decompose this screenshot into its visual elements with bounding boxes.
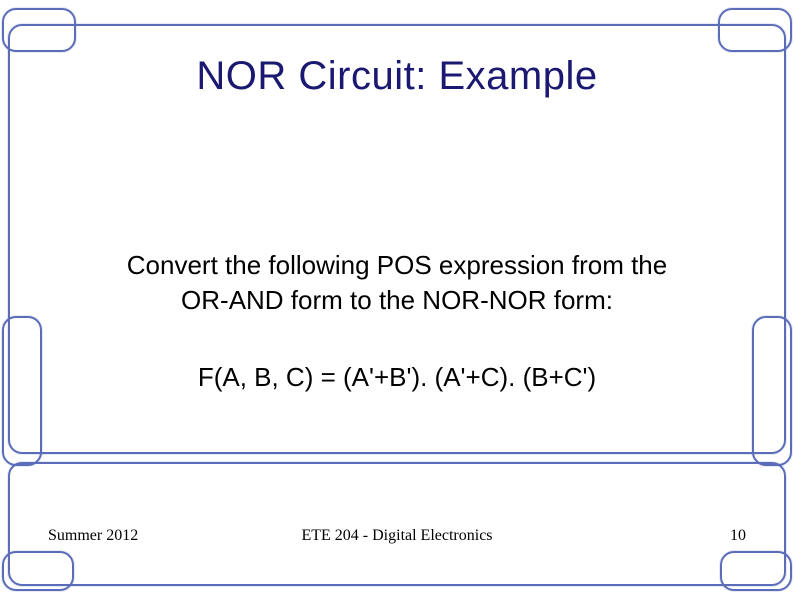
- slide-body: Convert the following POS expression fro…: [0, 248, 794, 318]
- footer-page-number: 10: [730, 527, 746, 545]
- body-line-2: OR-AND form to the NOR-NOR form:: [181, 285, 613, 315]
- footer-frame: [8, 462, 786, 586]
- slide-title: NOR Circuit: Example: [0, 54, 794, 99]
- decorative-frame-bottom-left: [2, 551, 74, 591]
- equation-text: F(A, B, C) = (A'+B'). (A'+C). (B+C'): [0, 362, 794, 393]
- decorative-frame-bottom-right: [720, 551, 792, 591]
- body-line-1: Convert the following POS expression fro…: [127, 250, 667, 280]
- footer-course: ETE 204 - Digital Electronics: [0, 527, 794, 545]
